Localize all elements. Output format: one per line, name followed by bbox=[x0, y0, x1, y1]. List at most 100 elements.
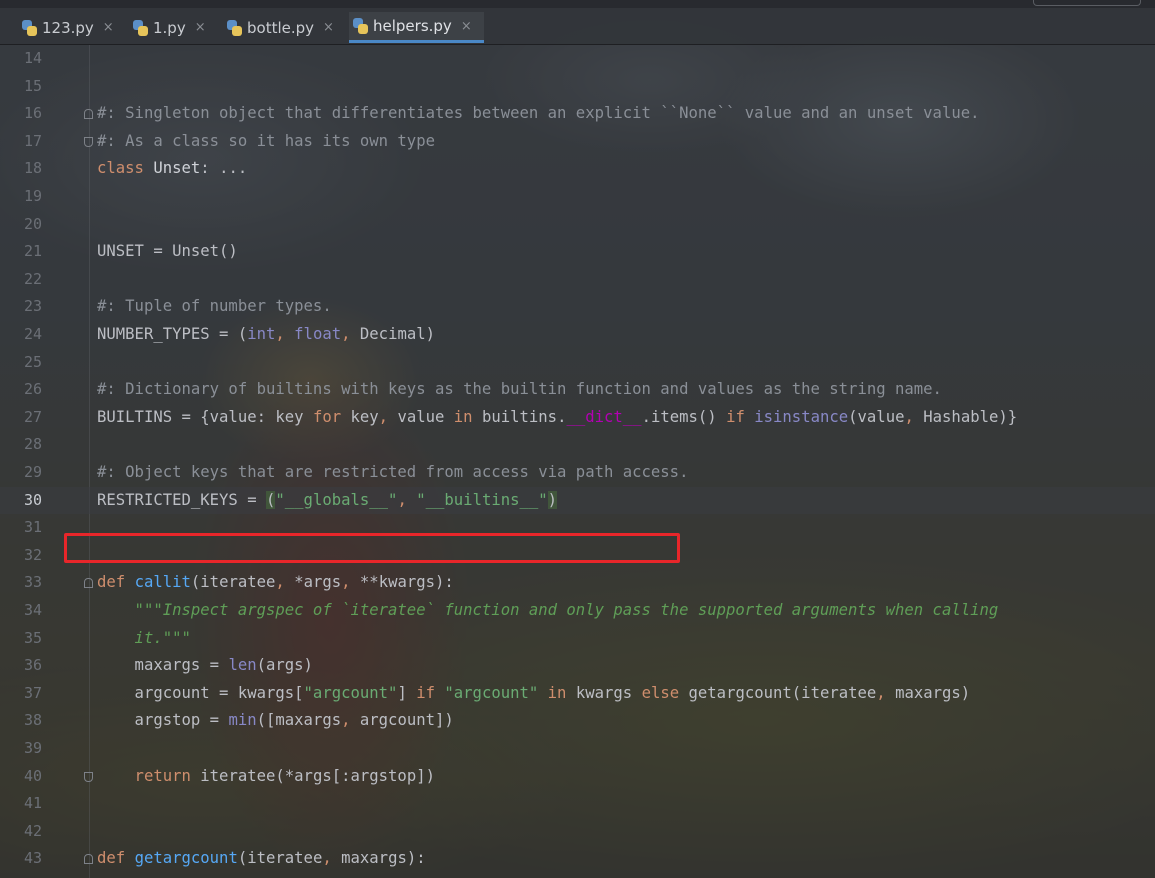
fold-marker-icon[interactable] bbox=[84, 109, 93, 120]
code-text: def callit(iteratee, *args, **kwargs): bbox=[97, 569, 454, 597]
code-token: key bbox=[350, 407, 379, 426]
code-line[interactable]: 42 bbox=[0, 818, 1155, 846]
tab-1-py[interactable]: 1.py × bbox=[129, 12, 219, 43]
line-number[interactable]: 39 bbox=[0, 735, 42, 763]
code-line[interactable]: 39 bbox=[0, 735, 1155, 763]
line-number[interactable]: 40 bbox=[0, 763, 42, 791]
code-line[interactable]: 29 #: Object keys that are restricted fro… bbox=[0, 459, 1155, 487]
line-number[interactable]: 25 bbox=[0, 349, 42, 377]
code-token: def bbox=[97, 573, 135, 592]
code-line[interactable]: 37 argcount = kwargs["argcount"] if "arg… bbox=[0, 680, 1155, 708]
code-token: **kwargs): bbox=[359, 573, 454, 592]
code-line[interactable]: 26 #: Dictionary of builtins with keys as… bbox=[0, 376, 1155, 404]
line-number[interactable]: 34 bbox=[0, 597, 42, 625]
code-line[interactable]: 23 #: Tuple of number types. bbox=[0, 293, 1155, 321]
tab-123-py[interactable]: 123.py × bbox=[18, 12, 126, 43]
code-line[interactable]: 22 bbox=[0, 266, 1155, 294]
code-token: iteratee(*args[:argstop]) bbox=[200, 766, 435, 785]
code-token: argstop = bbox=[97, 711, 229, 730]
code-line[interactable]: 35 it.""" bbox=[0, 625, 1155, 653]
line-number[interactable]: 32 bbox=[0, 542, 42, 570]
line-number[interactable]: 18 bbox=[0, 155, 42, 183]
code-line[interactable]: 19 bbox=[0, 183, 1155, 211]
line-number[interactable]: 28 bbox=[0, 431, 42, 459]
fold-marker-icon[interactable] bbox=[84, 578, 93, 589]
code-line[interactable]: 36 maxargs = len(args) bbox=[0, 652, 1155, 680]
code-line[interactable]: 17 #: As a class so it has its own type bbox=[0, 128, 1155, 156]
close-icon[interactable]: × bbox=[323, 20, 334, 35]
fold-marker-icon[interactable] bbox=[84, 854, 93, 865]
line-number[interactable]: 23 bbox=[0, 293, 42, 321]
line-number[interactable]: 26 bbox=[0, 376, 42, 404]
line-number[interactable]: 43 bbox=[0, 845, 42, 873]
code-token: callit bbox=[134, 573, 191, 592]
code-token: .items() bbox=[641, 407, 727, 426]
code-line[interactable]: 41 bbox=[0, 790, 1155, 818]
code-token: UNSET = Unset() bbox=[97, 242, 238, 261]
line-number[interactable]: 16 bbox=[0, 100, 42, 128]
tab-bottle-py[interactable]: bottle.py × bbox=[223, 12, 344, 43]
top-right-widget[interactable] bbox=[1033, 0, 1141, 6]
line-number[interactable]: 33 bbox=[0, 569, 42, 597]
code-line[interactable]: 30 RESTRICTED_KEYS = ("__globals__", "__b… bbox=[0, 486, 1155, 515]
code-line[interactable]: 28 bbox=[0, 431, 1155, 459]
code-line[interactable]: 16 #: Singleton object that differentiate… bbox=[0, 100, 1155, 128]
code-token: , bbox=[876, 683, 896, 702]
line-number[interactable]: 41 bbox=[0, 790, 42, 818]
line-number[interactable]: 14 bbox=[0, 45, 42, 73]
line-number[interactable]: 31 bbox=[0, 514, 42, 542]
code-line[interactable]: 18 class Unset: ... bbox=[0, 155, 1155, 183]
code-line[interactable]: 20 bbox=[0, 211, 1155, 239]
line-number[interactable]: 35 bbox=[0, 625, 42, 653]
line-number[interactable]: 38 bbox=[0, 707, 42, 735]
line-number[interactable]: 24 bbox=[0, 321, 42, 349]
code-text: #: Dictionary of builtins with keys as t… bbox=[97, 376, 942, 404]
fold-marker-icon[interactable] bbox=[84, 136, 93, 147]
code-token: if bbox=[416, 683, 445, 702]
code-token: it.""" bbox=[97, 628, 191, 647]
code-line[interactable]: 40 return iteratee(*args[:argstop]) bbox=[0, 763, 1155, 791]
line-number[interactable]: 37 bbox=[0, 680, 42, 708]
code-token: "__globals__" bbox=[275, 490, 398, 509]
code-line[interactable]: 33 def callit(iteratee, *args, **kwargs): bbox=[0, 569, 1155, 597]
code-text: def getargcount(iteratee, maxargs): bbox=[97, 845, 426, 873]
code-token: class bbox=[97, 159, 154, 178]
fold-marker-icon[interactable] bbox=[84, 771, 93, 782]
code-line[interactable]: 34 """Inspect argspec of `iteratee` func… bbox=[0, 597, 1155, 625]
line-number[interactable]: 36 bbox=[0, 652, 42, 680]
line-number[interactable]: 15 bbox=[0, 73, 42, 101]
code-token: builtins. bbox=[481, 407, 567, 426]
code-line[interactable]: 43 def getargcount(iteratee, maxargs): bbox=[0, 845, 1155, 873]
line-number[interactable]: 42 bbox=[0, 818, 42, 846]
code-line[interactable]: 14 bbox=[0, 45, 1155, 73]
code-token: else bbox=[641, 683, 689, 702]
python-file-icon bbox=[227, 19, 242, 36]
code-line[interactable]: 15 bbox=[0, 73, 1155, 101]
close-icon[interactable]: × bbox=[461, 19, 472, 34]
python-file-icon bbox=[353, 18, 368, 34]
line-number[interactable]: 17 bbox=[0, 128, 42, 156]
code-line[interactable]: 38 argstop = min([maxargs, argcount]) bbox=[0, 707, 1155, 735]
code-text: argcount = kwargs["argcount"] if "argcou… bbox=[97, 680, 971, 708]
code-token: in bbox=[453, 407, 482, 426]
close-icon[interactable]: × bbox=[103, 20, 114, 35]
line-number[interactable]: 22 bbox=[0, 266, 42, 294]
code-line[interactable]: 21 UNSET = Unset() bbox=[0, 238, 1155, 266]
python-file-icon bbox=[133, 19, 148, 36]
code-token: value bbox=[397, 407, 454, 426]
code-editor[interactable]: 14 15 16 #: Singleton object that different… bbox=[0, 45, 1155, 878]
line-number[interactable]: 30 bbox=[0, 487, 42, 515]
line-number[interactable]: 27 bbox=[0, 404, 42, 432]
line-number[interactable]: 29 bbox=[0, 459, 42, 487]
line-number[interactable]: 19 bbox=[0, 183, 42, 211]
tab-helpers-py[interactable]: helpers.py × bbox=[349, 12, 484, 43]
code-line[interactable]: 25 bbox=[0, 349, 1155, 377]
close-icon[interactable]: × bbox=[195, 20, 206, 35]
line-number[interactable]: 20 bbox=[0, 211, 42, 239]
line-number[interactable]: 21 bbox=[0, 238, 42, 266]
code-line[interactable]: 27 BUILTINS = {value: key for key, value … bbox=[0, 404, 1155, 432]
code-line[interactable]: 24 NUMBER_TYPES = (int, float, Decimal) bbox=[0, 321, 1155, 349]
code-token: ] bbox=[397, 683, 417, 702]
top-breadcrumb-strip bbox=[0, 0, 1155, 8]
code-text: NUMBER_TYPES = (int, float, Decimal) bbox=[97, 321, 435, 349]
